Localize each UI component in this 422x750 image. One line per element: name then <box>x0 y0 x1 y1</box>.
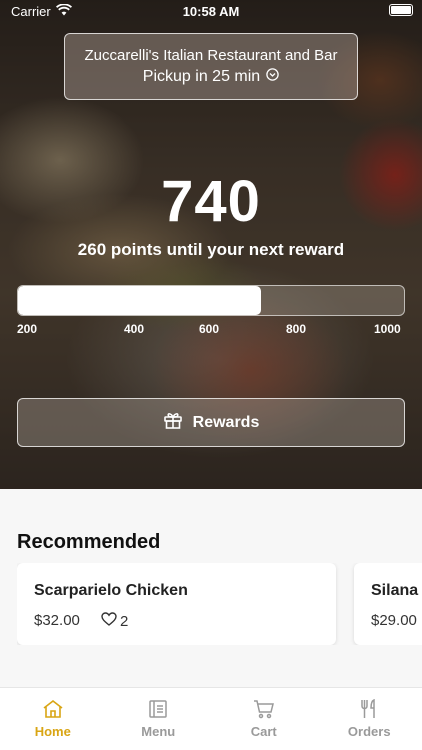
heart-icon <box>101 612 117 630</box>
rewards-button-label: Rewards <box>192 413 260 431</box>
progress-ticks: 200 400 600 800 1000 <box>17 322 405 338</box>
home-icon <box>43 699 63 718</box>
rewards-button[interactable]: Rewards <box>17 398 405 447</box>
gift-icon <box>163 410 183 435</box>
store-name: Zuccarelli's Italian Restaurant and Bar <box>84 47 338 64</box>
item-name: Silana <box>371 582 419 599</box>
reward-progress-bar <box>17 285 405 316</box>
tick-label: 1000 <box>374 322 401 336</box>
reward-progress-fill <box>18 286 262 315</box>
pickup-label: Pickup in 25 min <box>142 68 261 85</box>
tab-cart[interactable]: Cart <box>211 688 317 750</box>
recommended-heading: Recommended <box>17 531 161 553</box>
cart-icon <box>253 700 274 719</box>
tab-label: Cart <box>250 724 277 739</box>
tab-label: Menu <box>141 724 176 739</box>
points-until-reward: 260 points until your next reward <box>77 240 345 259</box>
tick-label: 400 <box>124 322 145 336</box>
battery-icon <box>389 4 413 16</box>
tab-orders[interactable]: Orders <box>317 688 422 750</box>
like-count: 2 <box>120 612 129 630</box>
chevron-down-icon <box>266 68 279 86</box>
recommended-carousel[interactable]: Scarparielo Chicken $32.00 2 Silana $29.… <box>17 563 422 645</box>
tick-label: 800 <box>286 322 307 336</box>
tab-label: Orders <box>347 724 391 739</box>
menu-icon <box>149 700 167 718</box>
pickup-time[interactable]: Pickup in 25 min <box>65 68 357 86</box>
tab-label: Home <box>34 724 71 739</box>
item-price: $32.00 <box>34 612 80 629</box>
tab-bar: Home Menu Cart Orders <box>0 687 422 750</box>
points-balance: 740 <box>161 169 261 234</box>
status-bar: Carrier 10:58 AM <box>0 0 422 22</box>
recommended-item-card[interactable]: Scarparielo Chicken $32.00 2 <box>17 563 336 645</box>
clock: 10:58 AM <box>182 4 240 19</box>
tick-label: 600 <box>199 322 220 336</box>
store-selector[interactable]: Zuccarelli's Italian Restaurant and Bar … <box>64 33 358 100</box>
tab-menu[interactable]: Menu <box>106 688 212 750</box>
recommended-item-card[interactable]: Silana $29.00 <box>354 563 422 645</box>
item-price: $29.00 <box>371 612 417 629</box>
like-button[interactable]: 2 <box>101 612 128 630</box>
item-name: Scarparielo Chicken <box>34 582 188 599</box>
utensils-icon <box>361 699 375 718</box>
tab-home[interactable]: Home <box>0 688 106 750</box>
tick-label: 200 <box>17 322 38 336</box>
